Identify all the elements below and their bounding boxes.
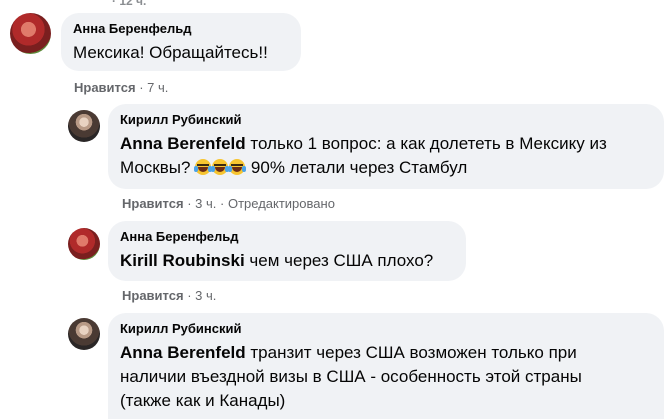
tears-of-joy-emoji (228, 159, 247, 175)
comment-text: Мексика! Обращайтесь!! (73, 43, 268, 62)
comment-bubble: Кирилл Рубинский Anna Berenfeld только 1… (108, 104, 664, 189)
comment-author[interactable]: Кирилл Рубинский (120, 112, 652, 128)
avatar[interactable] (68, 110, 100, 142)
comment-author[interactable]: Анна Беренфельд (120, 229, 454, 245)
comment-bubble: Анна Беренфельд Kirill Roubinski чем чер… (108, 221, 466, 281)
edited-label: Отредактировано (227, 196, 335, 211)
comment-author[interactable]: Кирилл Рубинский (120, 321, 652, 337)
mention-link[interactable]: Anna Berenfeld (120, 134, 246, 153)
comment-text: Anna Berenfeld только 1 вопрос: а как до… (120, 134, 607, 177)
mention-link[interactable]: Kirill Roubinski (120, 251, 245, 270)
comment-meta: Нравится · 3 ч. (122, 288, 217, 303)
timestamp[interactable]: 3 ч. (195, 196, 216, 211)
like-button[interactable]: Нравится (122, 288, 184, 303)
like-button[interactable]: Нравится (74, 80, 136, 95)
comment-text: Kirill Roubinski чем через США плохо? (120, 251, 434, 270)
comment-meta: Нравится · 3 ч. · Отредактировано (122, 196, 335, 211)
comment-bubble: Кирилл Рубинский Anna Berenfeld транзит … (108, 313, 664, 419)
avatar[interactable] (68, 228, 100, 260)
cut-off-meta: · 12 ч. (112, 0, 147, 8)
timestamp[interactable]: 3 ч. (195, 288, 216, 303)
tears-of-joy-emoji (194, 159, 213, 175)
like-button[interactable]: Нравится (122, 196, 184, 211)
avatar[interactable] (10, 13, 51, 54)
timestamp[interactable]: 7 ч. (147, 80, 168, 95)
avatar[interactable] (68, 318, 100, 350)
tears-of-joy-emoji (211, 159, 230, 175)
comment-meta: Нравится · 7 ч. (74, 80, 169, 95)
comment-bubble: Анна Беренфельд Мексика! Обращайтесь!! (61, 13, 301, 71)
mention-link[interactable]: Anna Berenfeld (120, 343, 246, 362)
comment-text: Anna Berenfeld транзит через США возможе… (120, 343, 582, 410)
comment-author[interactable]: Анна Беренфельд (73, 21, 289, 37)
